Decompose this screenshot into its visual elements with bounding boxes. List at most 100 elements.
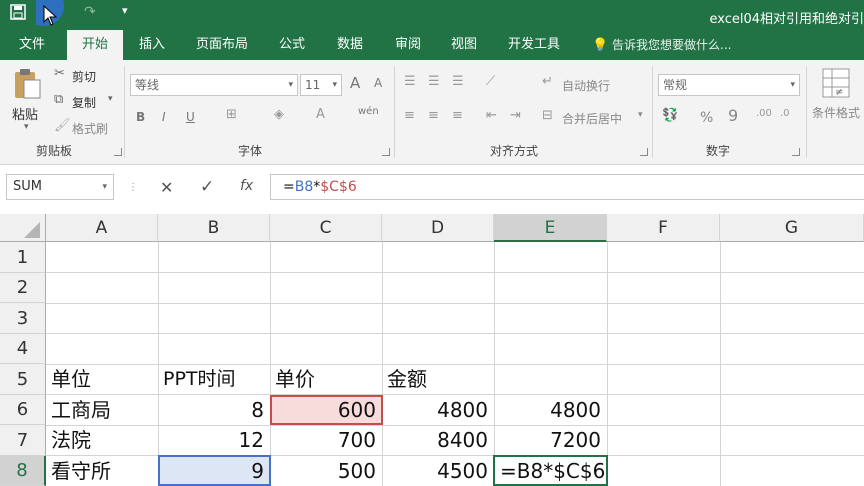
select-all-button[interactable] [0, 214, 46, 242]
tab-developer[interactable]: 开发工具 [498, 30, 570, 60]
tab-insert[interactable]: 插入 [126, 30, 178, 60]
phonetic-button[interactable]: wén [358, 106, 379, 117]
align-left-icon[interactable]: ≡ [404, 108, 415, 123]
grow-font-button[interactable]: A [350, 74, 360, 92]
tab-home[interactable]: 开始 [67, 30, 123, 60]
cell-a8[interactable]: 看守所 [46, 456, 158, 486]
number-format-select[interactable]: 常规 ▾ [658, 74, 800, 96]
undo-icon[interactable] [24, 0, 72, 34]
indent-icon[interactable]: ⇤ [486, 108, 497, 123]
row-header-7[interactable]: 7 [0, 425, 46, 456]
alignment-launcher-icon[interactable] [640, 148, 648, 156]
comma-style-button[interactable]: 9 [728, 106, 738, 125]
number-launcher-icon[interactable] [792, 148, 800, 156]
percent-button[interactable]: % [700, 110, 713, 126]
format-painter-button[interactable]: 格式刷 [72, 120, 108, 137]
enter-button[interactable]: ✓ [200, 177, 214, 197]
cell-b5[interactable]: PPT时间 [158, 364, 270, 395]
svg-text:≠: ≠ [835, 87, 843, 98]
cell-c6[interactable]: 600 [270, 395, 382, 425]
underline-button[interactable]: U [186, 110, 195, 124]
increase-decimal-icon[interactable]: .00 [756, 108, 772, 119]
font-name-select[interactable]: 等线 ▾ [130, 74, 298, 96]
cell-d7[interactable]: 8400 [382, 425, 494, 456]
column-header-b[interactable]: B [158, 214, 270, 242]
tab-view[interactable]: 视图 [440, 30, 488, 60]
outdent-icon[interactable]: ⇥ [510, 108, 521, 123]
cell-a7[interactable]: 法院 [46, 425, 158, 456]
formula-ref-c6: $C$6 [320, 179, 357, 195]
cut-button[interactable]: 剪切 [72, 68, 96, 85]
wrap-text-button[interactable]: 自动换行 [562, 77, 610, 94]
font-group-label: 字体 [238, 144, 263, 158]
copy-dropdown-icon[interactable]: ▾ [108, 94, 113, 104]
cell-c7[interactable]: 700 [270, 425, 382, 456]
cell-d6[interactable]: 4800 [382, 395, 494, 425]
name-box[interactable]: SUM ▾ [6, 174, 114, 200]
cell-e6[interactable]: 4800 [494, 395, 607, 425]
tab-page-layout[interactable]: 页面布局 [186, 30, 258, 60]
clipboard-launcher-icon[interactable] [114, 148, 122, 156]
row-header-6[interactable]: 6 [0, 395, 46, 425]
cell-d8[interactable]: 4500 [382, 456, 494, 486]
row-header-8[interactable]: 8 [0, 456, 46, 486]
column-header-g[interactable]: G [720, 214, 864, 242]
row-header-1[interactable]: 1 [0, 242, 46, 273]
cell-c8[interactable]: 500 [270, 456, 382, 486]
currency-icon[interactable]: 💱 [662, 108, 678, 123]
customize-quick-access[interactable]: ▾ [122, 4, 128, 17]
tab-review[interactable]: 审阅 [384, 30, 432, 60]
orientation-icon[interactable]: ⟋ [486, 74, 495, 89]
cell-c5[interactable]: 单价 [270, 364, 382, 395]
align-center-icon[interactable]: ≡ [428, 108, 439, 123]
formula-input[interactable]: =B8*$C$6 [270, 174, 864, 200]
tab-formulas[interactable]: 公式 [268, 30, 316, 60]
align-bottom-icon[interactable]: ☰ [452, 74, 464, 89]
align-top-icon[interactable]: ☰ [404, 74, 416, 89]
align-right-icon[interactable]: ≡ [452, 108, 463, 123]
redo-icon[interactable]: ↷ [84, 4, 96, 20]
decrease-decimal-icon[interactable]: .0 [780, 108, 790, 119]
name-box-value: SUM [13, 179, 42, 194]
bold-button[interactable]: B [136, 110, 145, 124]
tell-me-search[interactable]: 💡 告诉我您想要做什么... [592, 30, 731, 60]
row-header-3[interactable]: 3 [0, 303, 46, 334]
column-header-e[interactable]: E [494, 214, 607, 242]
cancel-button[interactable]: ✕ [160, 178, 173, 197]
chevron-down-icon: ▾ [790, 80, 795, 90]
cell-b7[interactable]: 12 [158, 425, 270, 456]
cell-b6[interactable]: 8 [158, 395, 270, 425]
borders-icon[interactable]: ⊞ [226, 107, 237, 122]
column-header-a[interactable]: A [46, 214, 158, 242]
row-header-2[interactable]: 2 [0, 273, 46, 303]
fill-color-icon[interactable]: ◈ [274, 107, 284, 122]
tab-data[interactable]: 数据 [326, 30, 374, 60]
copy-button[interactable]: 复制 [72, 94, 96, 111]
cell-e7[interactable]: 7200 [494, 425, 607, 456]
font-size-select[interactable]: 11 ▾ [300, 74, 342, 96]
conditional-formatting-button[interactable]: 条件格式 [812, 104, 860, 121]
column-header-d[interactable]: D [382, 214, 494, 242]
column-header-f[interactable]: F [607, 214, 720, 242]
font-color-icon[interactable]: A [316, 107, 325, 122]
cell-a6[interactable]: 工商局 [46, 395, 158, 425]
save-icon[interactable] [10, 4, 26, 24]
row-header-4[interactable]: 4 [0, 334, 46, 364]
merge-dropdown-icon[interactable]: ▾ [638, 110, 643, 120]
paste-button[interactable]: 粘贴 [12, 104, 38, 123]
column-header-c[interactable]: C [270, 214, 382, 242]
tab-file[interactable]: 文件 [0, 30, 64, 60]
merge-center-button[interactable]: 合并后居中 [562, 110, 622, 127]
paste-dropdown-icon[interactable]: ▾ [24, 122, 29, 132]
cell-d5[interactable]: 金额 [382, 364, 494, 395]
align-middle-icon[interactable]: ☰ [428, 74, 440, 89]
paste-icon[interactable] [12, 68, 42, 104]
row-header-5[interactable]: 5 [0, 364, 46, 395]
cell-e8[interactable]: =B8*$C$6 [494, 456, 607, 486]
italic-button[interactable]: I [162, 110, 166, 124]
insert-function-button[interactable]: fx [240, 178, 253, 194]
font-launcher-icon[interactable] [382, 148, 390, 156]
shrink-font-button[interactable]: A [374, 76, 382, 90]
cell-a5[interactable]: 单位 [46, 364, 158, 395]
cell-b8[interactable]: 9 [158, 456, 270, 486]
